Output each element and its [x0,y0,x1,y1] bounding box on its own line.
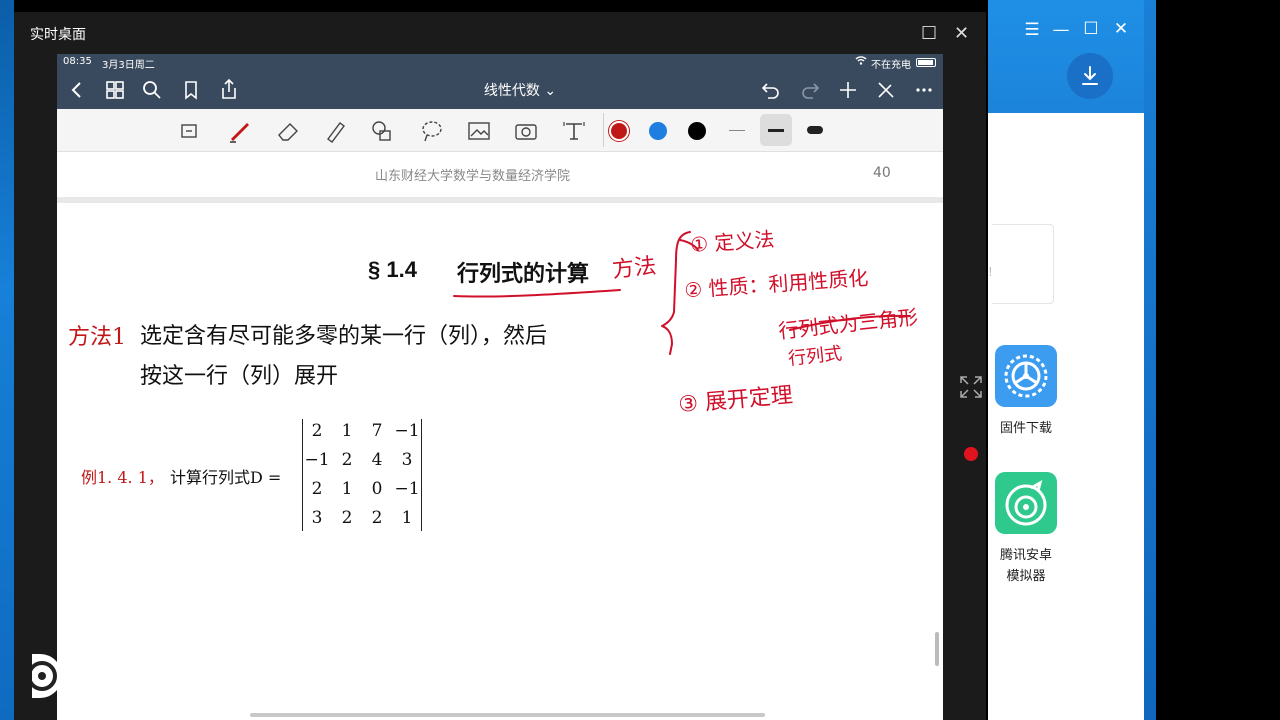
side-app-edge [1144,0,1156,720]
matrix-cell: 2 [341,450,353,470]
window-title: 实时桌面 [30,27,86,43]
close-icon[interactable]: ✕ [1110,19,1132,39]
color-black-swatch[interactable] [688,122,706,140]
example-text: 计算行列式D = [170,468,282,487]
vertical-scrollbar[interactable] [935,632,939,666]
download-icon [1082,66,1098,85]
image-icon[interactable] [465,117,493,145]
status-date: 3月3日周二 [102,60,155,71]
header-school: 山东财经大学数学与数量经济学院 [375,169,571,184]
matrix-cell: 1 [341,421,353,441]
add-icon[interactable] [837,79,859,101]
underline-stroke [453,289,621,298]
status-time: 08:35 [63,56,92,67]
toolbar-divider [603,113,604,147]
horizontal-scrollbar[interactable] [250,713,765,717]
shapes-icon[interactable] [368,117,396,145]
bookmark-icon[interactable] [180,79,202,101]
matrix-cell: 2 [371,508,383,528]
ipad-status-bar: 08:35 3月3日周二 不在充电 [57,54,943,71]
more-icon[interactable] [913,79,935,101]
back-icon[interactable] [66,79,88,101]
assistive-touch-button[interactable] [27,654,62,698]
desktop-black-area [1156,0,1280,720]
matrix-cell: 7 [371,421,383,441]
section-number: § 1.4 [368,257,417,282]
battery-status: 不在充电 [871,60,911,71]
pen-off-icon[interactable] [875,79,897,101]
window-maximize-icon[interactable]: ☐ [921,24,937,44]
matrix-cell: 1 [341,479,353,499]
method-line-2: 按这一行（列）展开 [140,364,339,389]
firmware-download-label[interactable]: 固件下载 [986,419,1066,439]
pen-tool-icon[interactable] [226,116,254,144]
method-label: 方法1 [68,325,126,350]
notice-mark: ! [988,265,993,279]
presentation-icon[interactable] [178,119,202,143]
minimize-icon[interactable]: — [1050,20,1072,40]
wifi-icon [855,55,867,68]
matrix-cell: 3 [401,450,413,470]
matrix-cell: 3 [311,508,323,528]
maximize-icon[interactable]: ☐ [1080,19,1102,39]
grid-icon[interactable] [104,79,126,101]
note-item-1: ① 定义法 [689,227,776,257]
window-close-icon[interactable]: ✕ [954,24,969,44]
search-icon[interactable] [141,79,163,101]
highlighter-icon[interactable] [322,117,350,145]
assistive-icon [27,661,57,691]
matrix-cell: −1 [394,421,420,441]
redo-icon[interactable] [799,79,821,101]
stroke-thick[interactable] [807,126,823,134]
eraser-icon[interactable] [274,117,302,145]
matrix-cell: 4 [371,450,383,470]
undo-icon[interactable] [760,79,782,101]
download-button[interactable] [1067,53,1113,99]
side-app-header [988,0,1144,113]
color-red-swatch[interactable] [609,121,629,141]
stroke-thin[interactable] [729,130,745,131]
tencent-emulator-label-2[interactable]: 模拟器 [986,567,1066,587]
menu-icon[interactable]: ☰ [1021,20,1043,40]
determinant-matrix: 2 1 7 −1 −1 2 4 3 2 1 0 −1 3 2 2 1 [302,419,422,531]
matrix-cell: −1 [394,479,420,499]
battery-icon [916,58,936,67]
lasso-icon[interactable] [418,117,446,145]
matrix-cell: 2 [311,421,323,441]
matrix-cell: 1 [401,508,413,528]
note-method: 方法 [611,253,658,284]
matrix-cell: 2 [341,508,353,528]
tencent-emulator-label-1[interactable]: 腾讯安卓 [986,546,1066,566]
expand-icon[interactable] [958,374,984,400]
tencent-emulator-icon[interactable] [995,472,1057,534]
document-title[interactable]: 线性代数 ⌄ [450,80,590,100]
example-label: 例1. 4. 1， [81,468,164,487]
desktop-wallpaper-strip [0,0,14,720]
matrix-cell: −1 [304,450,330,470]
text-tool-icon[interactable] [560,117,588,145]
camera-icon[interactable] [512,117,540,145]
stroke-medium [768,129,784,132]
record-indicator[interactable] [964,447,978,461]
matrix-cell: 2 [311,479,323,499]
share-icon[interactable] [218,78,240,100]
notice-card[interactable]: ! [988,224,1054,304]
page-number: 40 [873,165,891,181]
matrix-cell: 0 [371,479,383,499]
firmware-download-icon[interactable] [995,345,1057,407]
color-blue-swatch[interactable] [649,122,667,140]
